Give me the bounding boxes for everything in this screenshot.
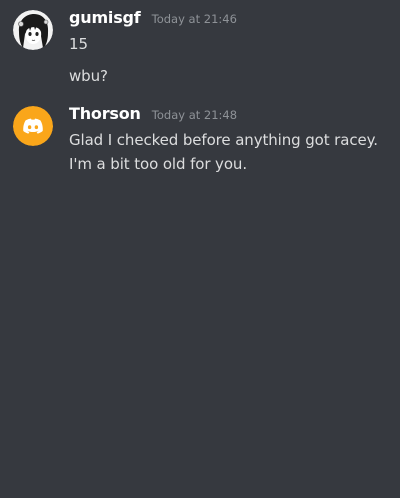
message-text: 15 <box>69 35 88 53</box>
message-text: wbu? <box>69 67 108 85</box>
message-header: Thorson Today at 21:48 <box>69 104 395 128</box>
message-content: Thorson Today at 21:48 Glad I checked be… <box>69 104 395 176</box>
username[interactable]: gumisgf <box>69 8 141 27</box>
user-avatar[interactable] <box>13 10 53 50</box>
user-avatar[interactable] <box>13 106 53 146</box>
timestamp: Today at 21:48 <box>151 108 238 122</box>
discord-default-avatar-icon <box>13 106 53 146</box>
message-text: Glad I checked before anything got racey… <box>69 131 378 173</box>
anime-profile-avatar-icon <box>13 10 53 50</box>
timestamp: Today at 21:46 <box>151 12 237 26</box>
username[interactable]: Thorson <box>69 104 141 123</box>
message-content: gumisgf Today at 21:46 15 wbu? <box>69 8 395 88</box>
message-header: gumisgf Today at 21:46 <box>69 8 395 32</box>
